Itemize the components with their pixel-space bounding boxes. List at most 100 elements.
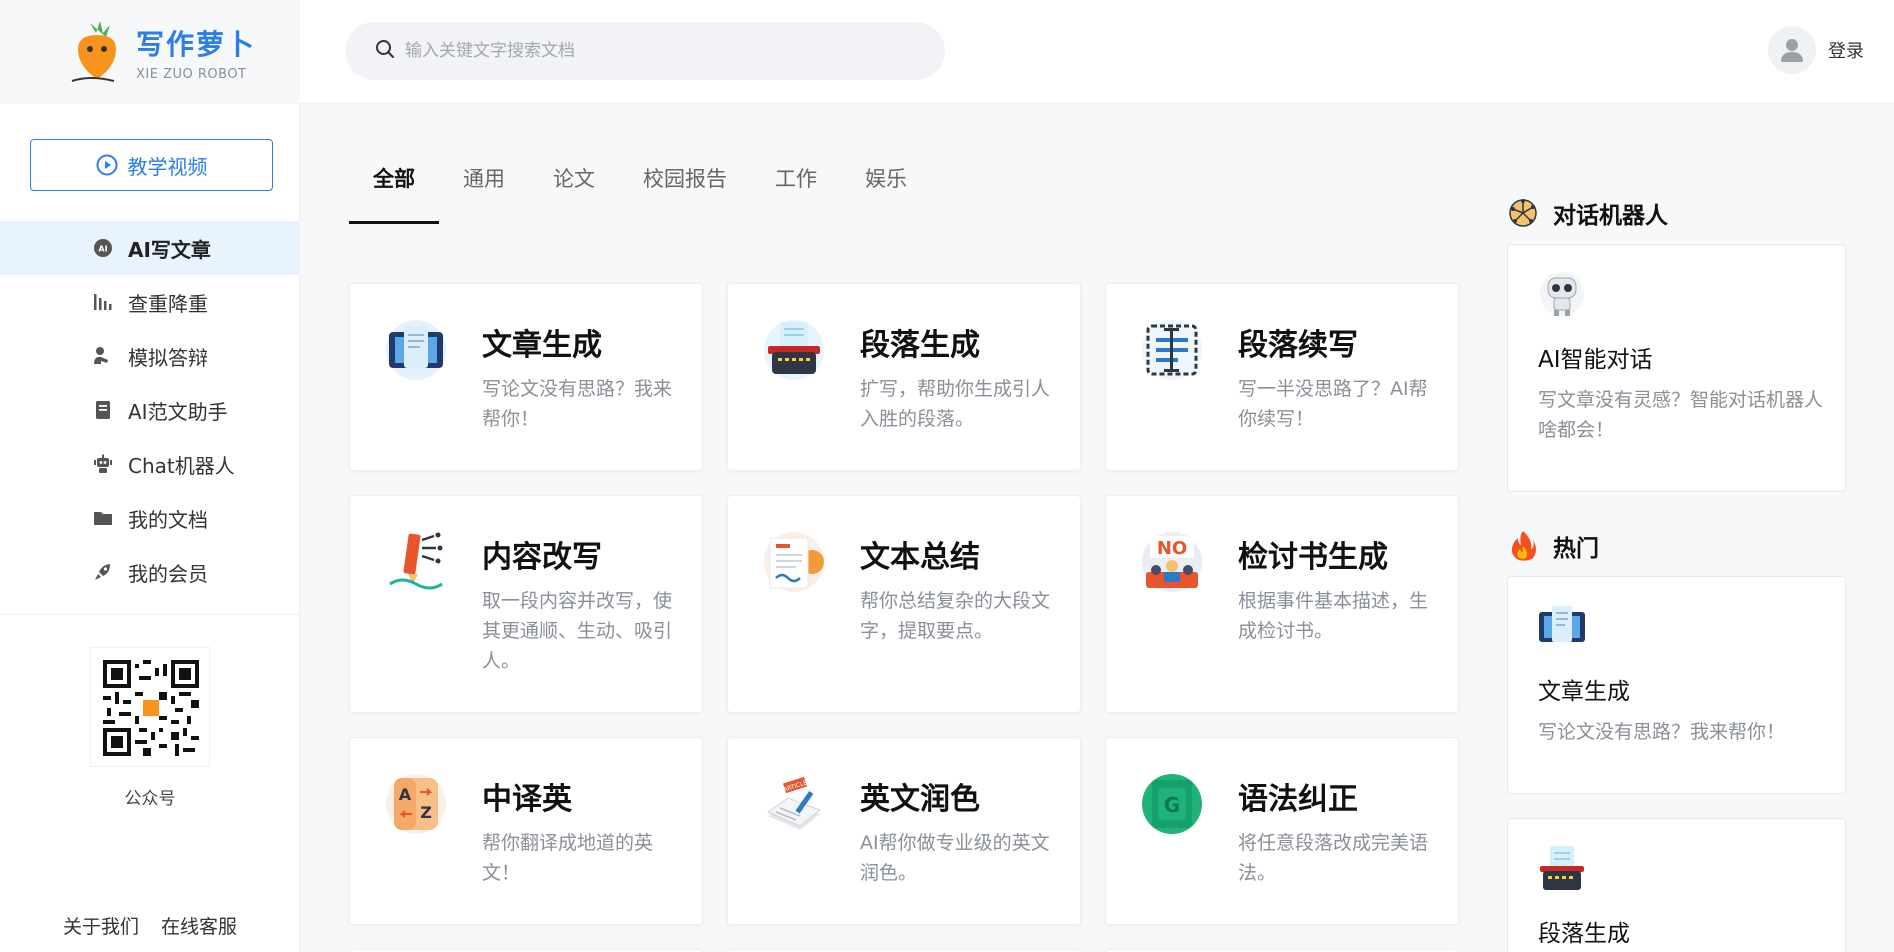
text-cursor-icon <box>1142 320 1202 380</box>
sidebar-item-label: Chat机器人 <box>128 453 235 478</box>
svg-text:A: A <box>399 785 412 804</box>
tool-card-content-rewrite[interactable]: 内容改写 取一段内容并改写，使其更通顺、生动、吸引人。 <box>349 495 703 713</box>
sidebar-item-plagiarism-check[interactable]: 查重降重 <box>0 275 300 329</box>
sidebar-item-label: 模拟答辩 <box>128 345 208 370</box>
card-description: 将任意段落改成完美语法。 <box>1238 832 1429 884</box>
sidebar-item-label: 我的文档 <box>128 507 208 532</box>
monitor-document-icon <box>1538 602 1586 650</box>
chart-bars-icon <box>92 291 114 313</box>
sidebar-item-my-documents[interactable]: 我的文档 <box>0 491 300 545</box>
user-menu[interactable]: 登录 <box>1768 26 1864 74</box>
folder-icon <box>92 507 114 529</box>
tool-card-text-summary[interactable]: 文本总结 帮你总结复杂的大段文字，提取要点。 <box>727 495 1081 713</box>
sidebar-item-essay-assistant[interactable]: AI范文助手 <box>0 383 300 437</box>
card-description: 根据事件基本描述，生成检讨书。 <box>1238 590 1429 642</box>
logo-subtitle: XIE ZUO ROBOT <box>136 66 247 82</box>
ai-chat-card[interactable]: AI智能对话 写文章没有灵感？智能对话机器人啥都会！ <box>1507 244 1846 492</box>
carrot-logo-icon <box>70 19 124 85</box>
hot-heading-text: 热门 <box>1553 536 1599 562</box>
tutorial-video-button[interactable]: 教学视频 <box>30 139 273 191</box>
card-title: 中译英 <box>482 782 572 817</box>
pencil-rewrite-icon <box>386 532 446 592</box>
card-title: 内容改写 <box>482 540 602 575</box>
sidebar-item-label: AI范文助手 <box>128 399 228 424</box>
tab-campus-report[interactable]: 校园报告 <box>619 160 751 224</box>
monitor-document-icon <box>386 320 446 380</box>
login-link[interactable]: 登录 <box>1828 37 1864 63</box>
online-support-link[interactable]: 在线客服 <box>161 912 237 939</box>
hot-heading: 热门 <box>1507 529 1599 563</box>
logo[interactable]: 写作萝卜 XIE ZUO ROBOT <box>0 0 300 104</box>
card-description: 取一段内容并改写，使其更通顺、生动、吸引人。 <box>482 590 673 672</box>
hot-card-article-generation[interactable]: 文章生成 写论文没有思路？我来帮你！ <box>1507 576 1846 794</box>
typewriter-icon <box>764 320 824 380</box>
sidebar: 教学视频 AI AI写文章 查重降重 模拟答辩 AI范文助手 Chat机器人 我… <box>0 104 300 952</box>
card-title: 文章生成 <box>482 328 602 363</box>
user-icon <box>1781 39 1803 62</box>
logo-title: 写作萝卜 <box>136 27 257 61</box>
card-title: 文本总结 <box>860 540 980 575</box>
tab-paper[interactable]: 论文 <box>529 160 619 224</box>
ai-icon: AI <box>92 237 114 259</box>
card-description: AI帮你做专业级的英文润色。 <box>860 832 1050 884</box>
card-description: 写论文没有思路？我来帮你！ <box>482 378 673 430</box>
card-title: 段落生成 <box>860 328 980 363</box>
tab-all[interactable]: 全部 <box>349 160 439 224</box>
fire-icon <box>1507 530 1539 562</box>
top-bar: 写作萝卜 XIE ZUO ROBOT 登录 <box>0 0 1894 104</box>
sidebar-item-label: 查重降重 <box>128 291 208 316</box>
tool-card-english-polish[interactable]: ARTICLE 英文润色 AI帮你做专业级的英文润色。 <box>727 737 1081 925</box>
rocket-icon <box>92 561 114 583</box>
tool-card-paragraph-continue[interactable]: 段落续写 写一半没思路了？AI帮你续写！ <box>1105 283 1459 471</box>
typewriter-icon <box>1538 844 1586 892</box>
svg-text:NO: NO <box>1157 538 1187 559</box>
card-description: 扩写，帮助你生成引人入胜的段落。 <box>860 378 1051 430</box>
article-pen-icon: ARTICLE <box>764 774 824 834</box>
chat-robot-heading: 对话机器人 <box>1507 196 1668 230</box>
card-title: 检讨书生成 <box>1238 540 1388 575</box>
card-description: 写一半没思路了？AI帮你续写！ <box>1238 378 1428 430</box>
sidebar-divider <box>0 614 300 615</box>
card-title: 英文润色 <box>860 782 980 817</box>
book-icon <box>92 399 114 421</box>
sidebar-item-ai-write[interactable]: AI AI写文章 <box>0 221 300 275</box>
hot-card-paragraph-generation[interactable]: 段落生成 <box>1507 818 1846 952</box>
sidebar-item-mock-defense[interactable]: 模拟答辩 <box>0 329 300 383</box>
presenter-icon <box>92 345 114 367</box>
wechat-qr-code <box>90 647 210 767</box>
sidebar-nav: AI AI写文章 查重降重 模拟答辩 AI范文助手 Chat机器人 我的文档 我… <box>0 221 300 599</box>
translate-az-icon: AZ <box>386 774 446 834</box>
search-bar[interactable] <box>345 22 945 80</box>
ai-chat-description: 写文章没有灵感？智能对话机器人啥都会！ <box>1538 389 1824 441</box>
robot-icon <box>1538 270 1586 318</box>
tool-card-self-criticism[interactable]: NO 检讨书生成 根据事件基本描述，生成检讨书。 <box>1105 495 1459 713</box>
no-sign-icon: NO <box>1142 532 1202 592</box>
tool-card-cn-to-en[interactable]: AZ 中译英 帮你翻译成地道的英文！ <box>349 737 703 925</box>
brain-network-icon <box>1507 197 1539 229</box>
card-title: 语法纠正 <box>1238 782 1358 817</box>
tab-work[interactable]: 工作 <box>751 160 841 224</box>
chat-robot-heading-text: 对话机器人 <box>1553 203 1668 229</box>
about-us-link[interactable]: 关于我们 <box>63 912 139 939</box>
tab-entertainment[interactable]: 娱乐 <box>841 160 931 224</box>
hot-card-title: 段落生成 <box>1538 921 1630 947</box>
svg-text:Z: Z <box>420 803 432 822</box>
tool-card-grammar-correction[interactable]: G 语法纠正 将任意段落改成完美语法。 <box>1105 737 1459 925</box>
avatar[interactable] <box>1768 26 1816 74</box>
qr-code-label: 公众号 <box>124 789 176 809</box>
tab-general[interactable]: 通用 <box>439 160 529 224</box>
sidebar-item-my-membership[interactable]: 我的会员 <box>0 545 300 599</box>
ai-chat-title: AI智能对话 <box>1538 347 1653 373</box>
grammar-book-icon: G <box>1142 774 1202 834</box>
hot-card-title: 文章生成 <box>1538 679 1630 705</box>
tool-card-paragraph-generation[interactable]: 段落生成 扩写，帮助你生成引人入胜的段落。 <box>727 283 1081 471</box>
sidebar-item-label: 我的会员 <box>128 561 208 586</box>
sidebar-item-chat-robot[interactable]: Chat机器人 <box>0 437 300 491</box>
svg-text:G: G <box>1164 793 1180 817</box>
search-icon <box>375 39 395 63</box>
tutorial-video-label: 教学视频 <box>127 154 208 179</box>
tool-card-article-generation[interactable]: 文章生成 写论文没有思路？我来帮你！ <box>349 283 703 471</box>
svg-text:AI: AI <box>98 245 107 254</box>
search-input[interactable] <box>405 41 925 61</box>
robot-icon <box>92 453 114 475</box>
